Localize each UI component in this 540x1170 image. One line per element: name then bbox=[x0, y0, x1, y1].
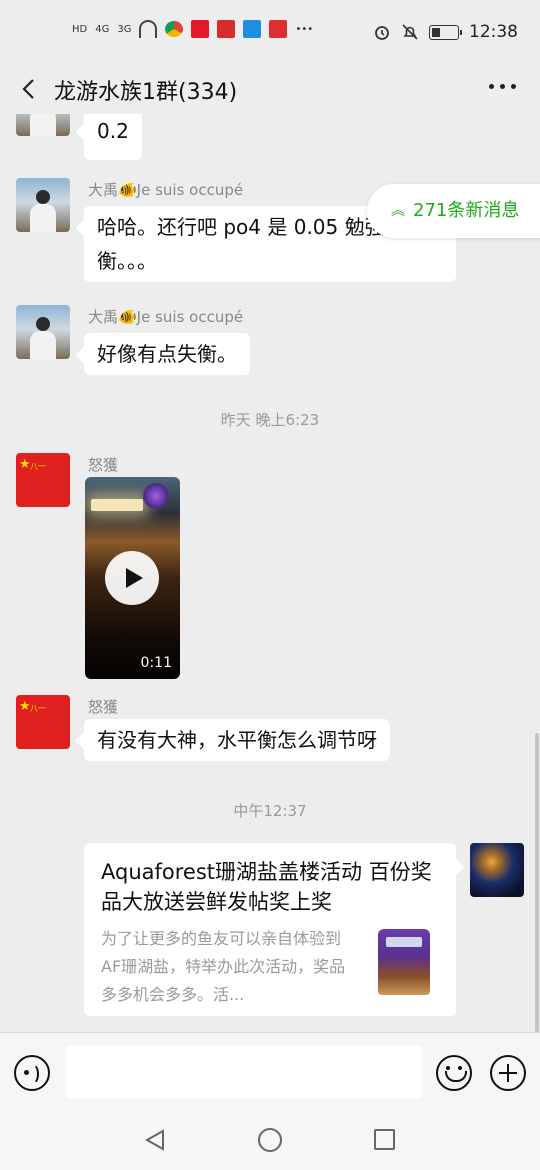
sender-name: 怒獲 bbox=[88, 698, 119, 716]
avatar[interactable]: ★ 八一 bbox=[16, 453, 70, 507]
mute-bell-icon bbox=[402, 24, 418, 40]
message-list[interactable]: 0.2 大禹🐠Je suis occupé 哈哈。还行吧 po4 是 0.05 … bbox=[0, 114, 540, 1032]
sender-name: 大禹🐠Je suis occupé bbox=[88, 308, 244, 326]
star-icon: ★ bbox=[19, 457, 31, 472]
sender-name: 大禹🐠Je suis occupé bbox=[88, 181, 244, 199]
back-arrow-icon[interactable] bbox=[18, 77, 42, 101]
new-messages-button[interactable]: ︽ 271条新消息 bbox=[367, 184, 540, 238]
chat-header: 龙游水族1群(334) bbox=[0, 64, 540, 114]
star-icon: ★ bbox=[19, 699, 31, 714]
battery-icon bbox=[429, 24, 462, 40]
nav-recents-icon[interactable] bbox=[374, 1129, 395, 1150]
sender-name: 怒獲 bbox=[88, 456, 119, 474]
chat-title: 龙游水族1群(334) bbox=[54, 80, 238, 105]
avatar[interactable] bbox=[16, 114, 70, 136]
status-right: 12:38 bbox=[373, 22, 518, 42]
nav-home-icon[interactable] bbox=[258, 1128, 282, 1152]
scrollbar[interactable] bbox=[535, 733, 539, 1033]
input-bar bbox=[0, 1032, 540, 1112]
video-duration: 0:11 bbox=[140, 655, 172, 671]
message-bubble[interactable]: 有没有大神，水平衡怎么调节呀 bbox=[84, 719, 390, 761]
status-bar: HD 4G 3G ••• 12:38 bbox=[0, 0, 540, 64]
video-message[interactable]: 0:11 bbox=[85, 477, 180, 679]
alarm-icon bbox=[375, 26, 389, 40]
link-card[interactable]: Aquaforest珊湖盐盖楼活动 百份奖品大放送尝鲜发帖奖上奖 为了让更多的鱼… bbox=[84, 843, 456, 1016]
link-card-thumbnail bbox=[368, 927, 438, 997]
double-chevron-up-icon: ︽ bbox=[391, 203, 405, 219]
link-card-description: 为了让更多的鱼友可以亲自体验到AF珊湖盐，特举办此次活动，奖品多多机会多多。活.… bbox=[101, 929, 346, 1004]
link-card-title: Aquaforest珊湖盐盖楼活动 百份奖品大放送尝鲜发帖奖上奖 bbox=[101, 860, 432, 914]
chrome-icon bbox=[165, 21, 184, 37]
message-app-icon bbox=[243, 20, 262, 38]
avatar[interactable]: ★ 八一 bbox=[16, 695, 70, 749]
more-options-icon[interactable] bbox=[489, 84, 516, 89]
signal-4g-icon: 4G bbox=[95, 23, 110, 35]
avatar[interactable] bbox=[16, 178, 70, 232]
my-avatar[interactable] bbox=[470, 843, 524, 897]
system-nav-bar bbox=[0, 1112, 540, 1170]
weibo-icon bbox=[191, 20, 210, 38]
nav-back-icon[interactable] bbox=[143, 1128, 167, 1152]
time-separator: 昨天 晚上6:23 bbox=[220, 411, 320, 429]
clock: 12:38 bbox=[469, 22, 518, 42]
alert-app-icon bbox=[217, 20, 236, 38]
message-input[interactable] bbox=[66, 1045, 422, 1099]
emoji-icon[interactable] bbox=[436, 1055, 472, 1091]
message-bubble[interactable]: 好像有点失衡。 bbox=[84, 333, 250, 375]
app-icon bbox=[269, 20, 288, 38]
avatar[interactable] bbox=[16, 305, 70, 359]
new-messages-label: 271条新消息 bbox=[413, 200, 520, 221]
time-separator: 中午12:37 bbox=[233, 802, 307, 820]
status-indicators: HD 4G 3G ••• bbox=[72, 20, 313, 38]
plus-icon[interactable] bbox=[490, 1055, 526, 1091]
play-icon[interactable] bbox=[105, 551, 159, 605]
voice-input-icon[interactable] bbox=[14, 1055, 50, 1091]
hd-indicator: HD bbox=[72, 23, 88, 35]
wifi-icon bbox=[139, 20, 158, 38]
more-notifications-icon: ••• bbox=[295, 23, 314, 35]
message-bubble[interactable]: 0.2 bbox=[84, 114, 142, 160]
signal-3g-icon: 3G bbox=[117, 23, 132, 35]
